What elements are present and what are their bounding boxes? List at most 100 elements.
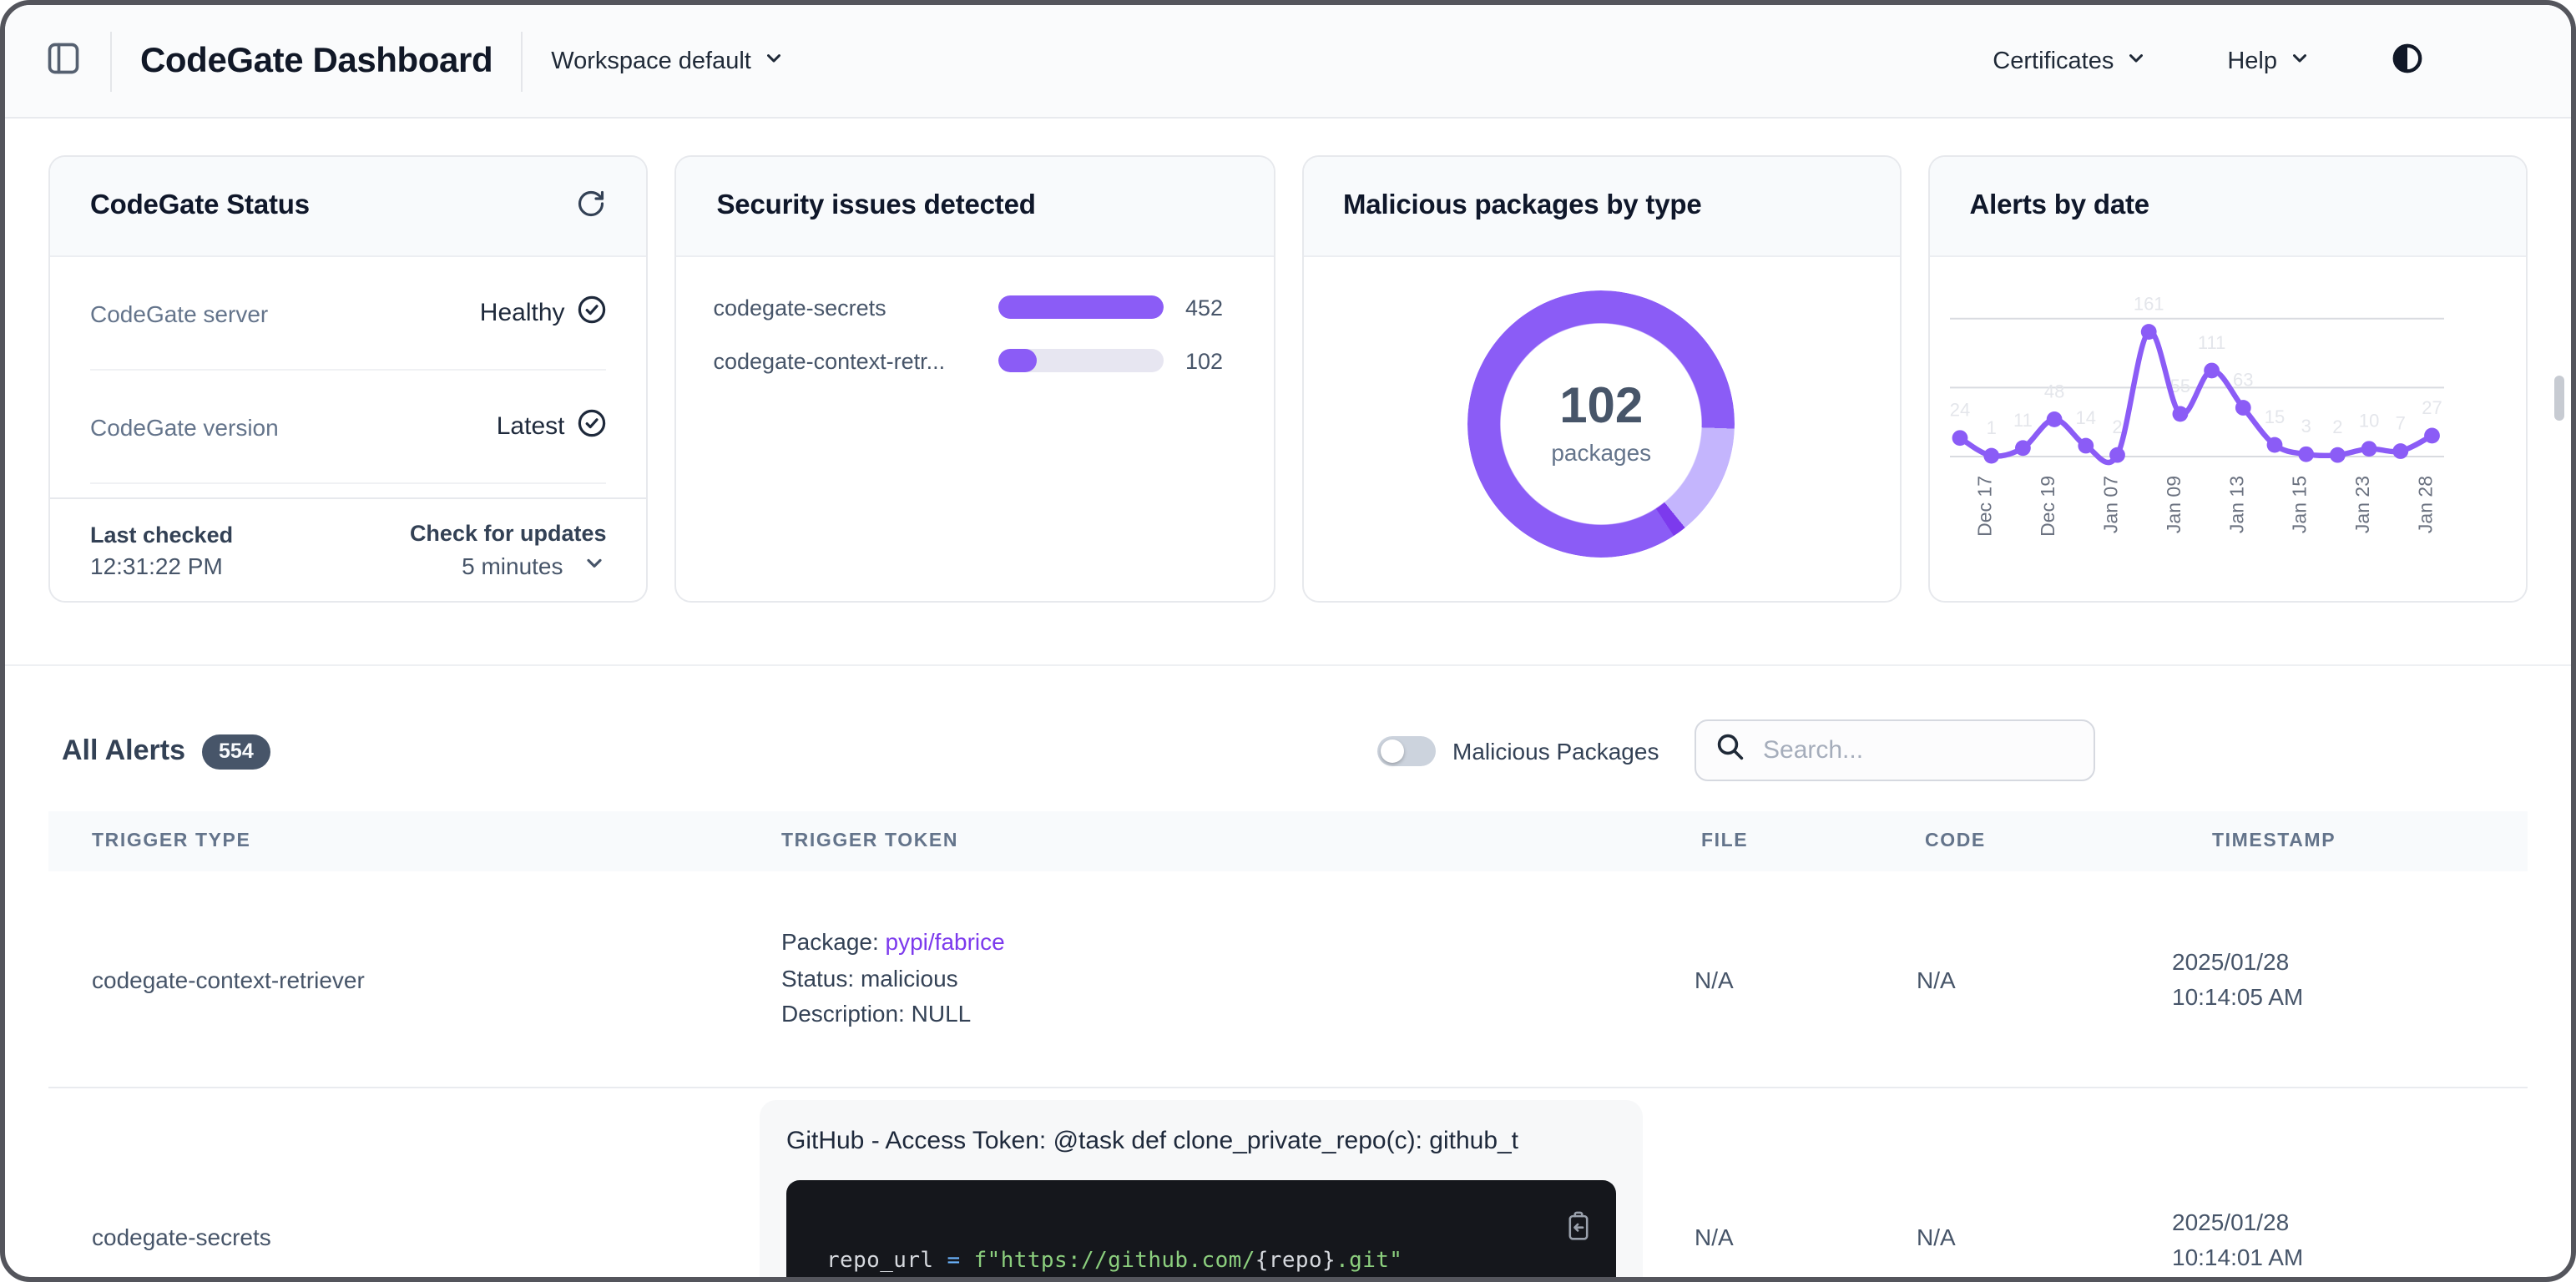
package-link[interactable]: pypi/fabrice — [886, 929, 1005, 956]
security-card-header: Security issues detected — [677, 157, 1274, 257]
chart-point — [2172, 406, 2188, 422]
toggle-knob — [1381, 739, 1404, 763]
malicious-packages-card: Malicious packages by type 102 packages — [1301, 155, 1902, 603]
secret-token-panel: GitHub - Access Token: @task def clone_p… — [760, 1100, 1643, 1282]
timestamp-time: 10:14:01 AM — [2172, 1240, 2303, 1275]
status-card-title: CodeGate Status — [90, 190, 310, 222]
token-line: Status: malicious — [781, 962, 1005, 997]
packages-card-title: Malicious packages by type — [1343, 190, 1702, 222]
page-title: CodeGate Dashboard — [140, 41, 492, 81]
chart-point — [2015, 440, 2031, 456]
status-card-footer: Last checked 12:31:22 PM Check for updat… — [50, 497, 647, 601]
chevron-down-icon — [2125, 47, 2147, 75]
chart-point — [2361, 441, 2376, 457]
code-token-plain: repo_url — [826, 1249, 947, 1274]
chart-point — [2424, 428, 2440, 444]
donut-count: 102 — [1559, 382, 1643, 432]
chevron-down-icon — [2289, 47, 2311, 75]
chart-point-label: 63 — [2233, 370, 2253, 391]
refresh-button[interactable] — [577, 189, 607, 224]
cell-timestamp: 2025/01/28 10:14:05 AM — [2172, 871, 2303, 1087]
last-checked-value: 12:31:22 PM — [90, 552, 233, 578]
theme-toggle-button[interactable] — [2391, 42, 2424, 80]
chart-point-label: 10 — [2358, 411, 2378, 432]
security-issues-card: Security issues detected codegate-secret… — [675, 155, 1275, 603]
help-menu[interactable]: Help — [2227, 47, 2311, 75]
contrast-icon — [2391, 42, 2424, 80]
security-issue-value: 102 — [1164, 348, 1224, 373]
column-header-timestamp: TIMESTAMP — [2212, 811, 2336, 871]
help-menu-label: Help — [2227, 48, 2277, 74]
chart-point — [2392, 443, 2408, 459]
check-circle-icon — [578, 409, 607, 444]
malicious-packages-toggle[interactable] — [1377, 736, 1436, 766]
table-row: codegate-secrets GitHub - Access Token: … — [48, 1088, 2528, 1282]
column-header-code: CODE — [1925, 811, 1986, 871]
header-divider — [110, 31, 112, 91]
chart-point-label: 14 — [2075, 407, 2095, 428]
sidebar-toggle-button[interactable] — [45, 40, 82, 82]
app-window: CodeGate Dashboard Workspace default Cer… — [0, 0, 2576, 1282]
chart-point-label: 48 — [2043, 381, 2063, 401]
copy-code-button[interactable] — [1564, 1210, 1593, 1247]
security-issue-bar — [999, 349, 1164, 372]
status-row-label: CodeGate version — [90, 413, 279, 440]
security-issue-bar — [999, 295, 1164, 319]
token-line: Description: NULL — [781, 997, 1005, 1033]
cell-trigger-type: codegate-context-retriever — [92, 871, 365, 1087]
donut-center-label: 102 packages — [1467, 290, 1735, 558]
chart-point-label: 111 — [2197, 332, 2225, 353]
cell-code: N/A — [1917, 871, 1956, 1087]
chart-x-tick: Jan 15 — [2288, 476, 2310, 533]
code-token-plain: {repo} — [1255, 1249, 1336, 1274]
code-block: repo_url = f"https://github.com/{repo}.g… — [786, 1180, 1616, 1282]
alerts-count-badge: 554 — [202, 734, 270, 769]
certificates-menu[interactable]: Certificates — [1993, 47, 2147, 75]
chart-point — [2330, 447, 2346, 463]
timestamp-date: 2025/01/28 — [2172, 1205, 2303, 1240]
alerts-by-date-card: Alerts by date 2411148142161551116315321… — [1928, 155, 2528, 603]
chart-x-tick: Dec 17 — [1973, 476, 1995, 537]
alerts-section-title: All Alerts — [62, 734, 185, 768]
chart-point-label: 2 — [2112, 416, 2122, 437]
token-line: Package: pypi/fabrice — [781, 926, 1005, 962]
header-divider — [521, 31, 523, 91]
column-header-file: FILE — [1701, 811, 1748, 871]
code-token-operator: = — [947, 1249, 974, 1274]
secret-title: GitHub - Access Token: @task def clone_p… — [786, 1123, 1616, 1160]
chart-point-label: 2 — [2332, 416, 2342, 437]
table-header-row: TRIGGER TYPE TRIGGER TOKEN FILE CODE TIM… — [48, 811, 2528, 871]
chart-point — [2235, 400, 2250, 416]
table-row: codegate-context-retriever Package: pypi… — [48, 871, 2528, 1088]
header-right-nav: Certificates Help — [1993, 42, 2424, 80]
status-row-value: Healthy — [480, 299, 565, 327]
chart-point-label: 15 — [2264, 406, 2284, 427]
certificates-menu-label: Certificates — [1993, 48, 2114, 74]
search-input[interactable] — [1760, 734, 2073, 766]
column-header-trigger-token: TRIGGER TOKEN — [781, 811, 958, 871]
section-divider — [5, 664, 2571, 666]
status-row-label: CodeGate server — [90, 300, 268, 326]
workspace-selector-label: Workspace default — [551, 48, 751, 74]
chevron-down-icon — [583, 551, 607, 579]
status-row-value: Latest — [497, 412, 565, 441]
vertical-scrollbar-thumb[interactable] — [2554, 376, 2564, 421]
security-card-body: codegate-secrets452codegate-context-retr… — [677, 257, 1274, 601]
code-token-string: .git" — [1336, 1249, 1402, 1274]
alerts-chart-header: Alerts by date — [1930, 157, 2527, 257]
column-header-trigger-type: TRIGGER TYPE — [92, 811, 250, 871]
timestamp-time: 10:14:05 AM — [2172, 979, 2303, 1014]
cell-trigger-type: codegate-secrets — [92, 1088, 271, 1250]
chart-x-tick: Dec 19 — [2037, 476, 2058, 537]
status-row-server: CodeGate server Healthy — [90, 257, 607, 371]
chart-point-label: 3 — [2301, 416, 2311, 437]
alerts-chart-title: Alerts by date — [1970, 190, 2149, 222]
top-header: CodeGate Dashboard Workspace default Cer… — [5, 5, 2571, 119]
chart-point — [2140, 324, 2156, 340]
check-updates-select[interactable]: 5 minutes — [410, 551, 607, 579]
chart-point — [2046, 411, 2062, 427]
status-card-header: CodeGate Status — [50, 157, 647, 257]
chart-x-tick: Jan 28 — [2414, 476, 2436, 533]
workspace-selector[interactable]: Workspace default — [551, 47, 785, 75]
codegate-status-card: CodeGate Status CodeGate server Healthy — [48, 155, 649, 603]
